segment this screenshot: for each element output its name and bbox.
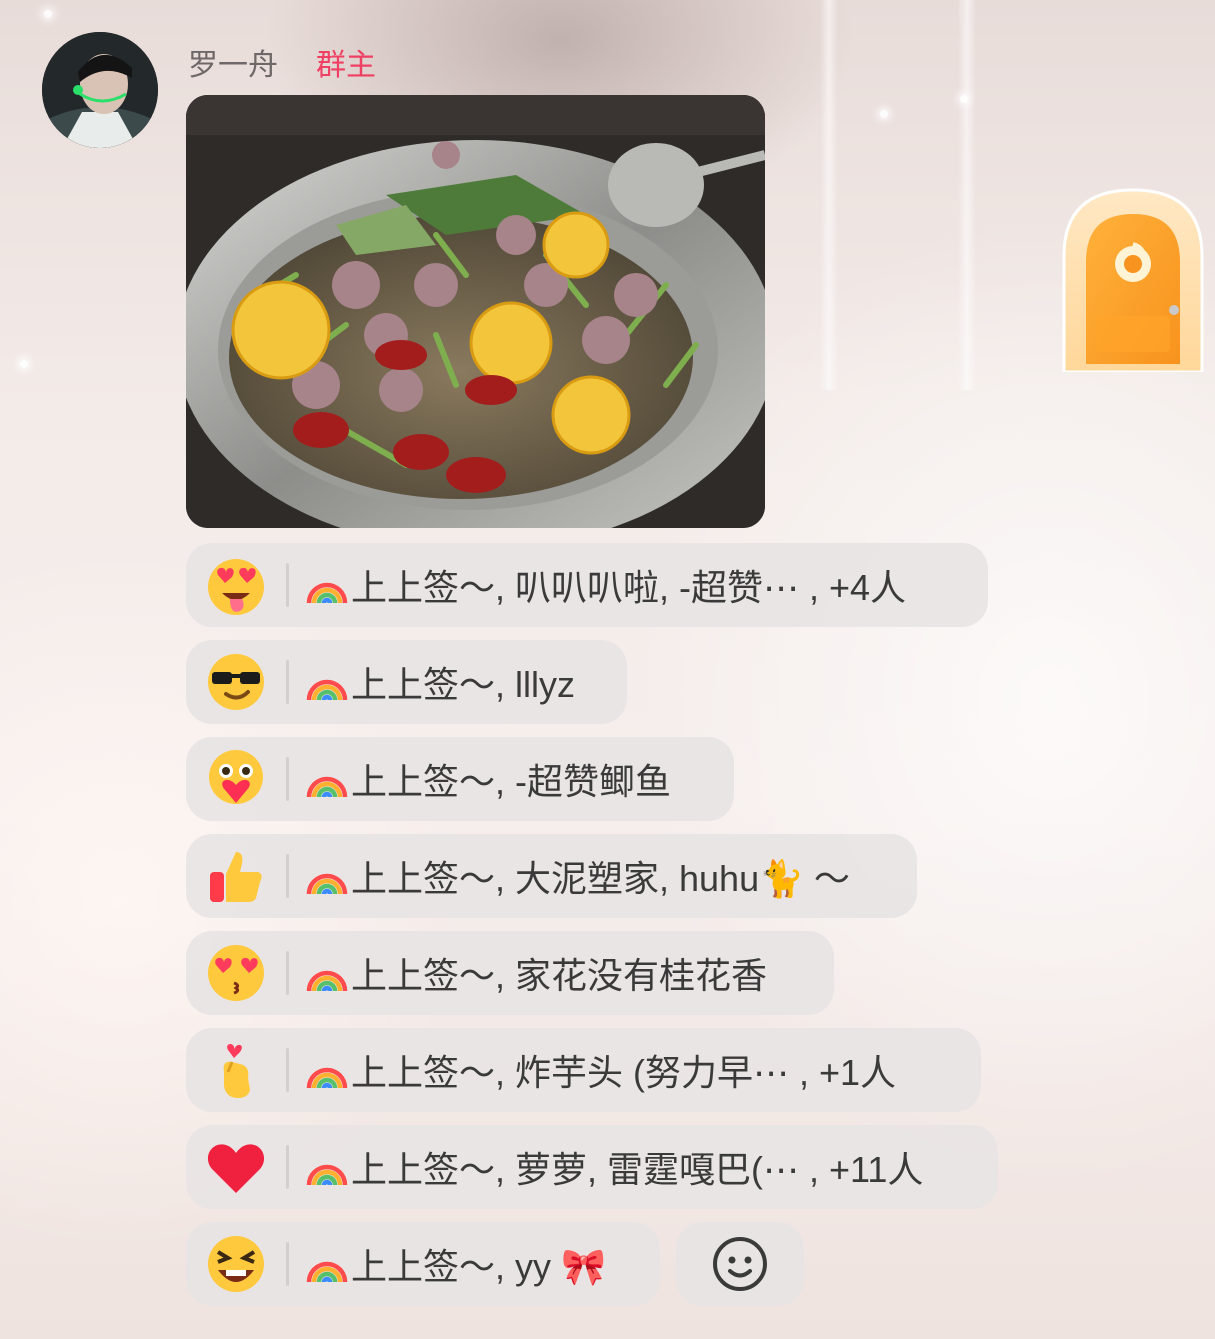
reaction-users-text: 上上签～, 炸芋头 (努力早⋯ , +1人 [351,1052,897,1093]
reaction-pill[interactable]: 上上签～, 大泥塑家, huhu🐈 ～ [186,834,917,918]
grinning-squint-emoji [186,1222,286,1306]
background-stripe [820,0,838,390]
reaction-pill[interactable]: 上上签～, yy 🎀 [186,1222,660,1306]
reaction-divider [286,1048,289,1092]
background-stripe [958,0,976,390]
reaction-users-text: 上上签～, 家花没有桂花香 [351,955,768,996]
reaction-divider [286,1242,289,1286]
rainbow-icon [306,1164,348,1186]
hugging-heart-emoji [186,737,286,821]
door-floating-widget[interactable] [1060,186,1206,374]
finger-heart-emoji [186,1028,286,1112]
rainbow-icon [306,582,348,604]
rainbow-icon [306,1261,348,1283]
reaction-users-text: 上上签～, lllyz [351,664,575,705]
reaction-users-text: 上上签～, 大泥塑家, huhu🐈 ～ [351,858,850,899]
hotpot-photo[interactable] [186,95,765,528]
reaction-pill[interactable]: 上上签～, 家花没有桂花香 [186,931,834,1015]
reaction-pill[interactable]: 上上签～, 萝萝, 雷霆嘎巴(⋯ , +11人 [186,1125,998,1209]
heart-eyes-tongue-emoji [186,543,286,627]
sparkle-decoration [20,360,28,368]
reaction-users-text: 上上签～, 叭叭叭啦, -超赞⋯ , +4人 [351,567,907,608]
rainbow-icon [306,776,348,798]
reaction-divider [286,660,289,704]
reaction-users-text: 上上签～, 萝萝, 雷霆嘎巴(⋯ , +11人 [351,1149,924,1190]
sparkle-decoration [44,10,52,18]
reaction-divider [286,1145,289,1189]
rainbow-icon [306,1067,348,1089]
reaction-divider [286,757,289,801]
sender-name[interactable]: 罗一舟 [188,40,278,84]
reaction-users-text: 上上签～, -超赞鲫鱼 [351,761,671,802]
reaction-divider [286,854,289,898]
reaction-divider [286,951,289,995]
reaction-pill[interactable]: 上上签～, lllyz [186,640,627,724]
reaction-pill[interactable]: 上上签～, 炸芋头 (努力早⋯ , +1人 [186,1028,981,1112]
rainbow-icon [306,873,348,895]
add-reaction-button[interactable] [676,1222,804,1306]
reaction-users-text: 上上签～, yy 🎀 [351,1246,606,1287]
thumbs-up-emoji [186,834,286,918]
kissing-heart-eyes-emoji [186,931,286,1015]
rainbow-icon [306,679,348,701]
reaction-pill[interactable]: 上上签～, 叭叭叭啦, -超赞⋯ , +4人 [186,543,988,627]
smiley-add-reaction-icon [713,1237,767,1291]
sparkle-decoration [880,110,888,118]
reaction-divider [286,563,289,607]
reaction-pill[interactable]: 上上签～, -超赞鲫鱼 [186,737,734,821]
red-heart-emoji [186,1125,286,1209]
rainbow-icon [306,970,348,992]
avatar[interactable] [42,32,158,148]
sunglasses-emoji [186,640,286,724]
sparkle-decoration [960,95,968,103]
group-owner-badge: 群主 [316,49,376,82]
